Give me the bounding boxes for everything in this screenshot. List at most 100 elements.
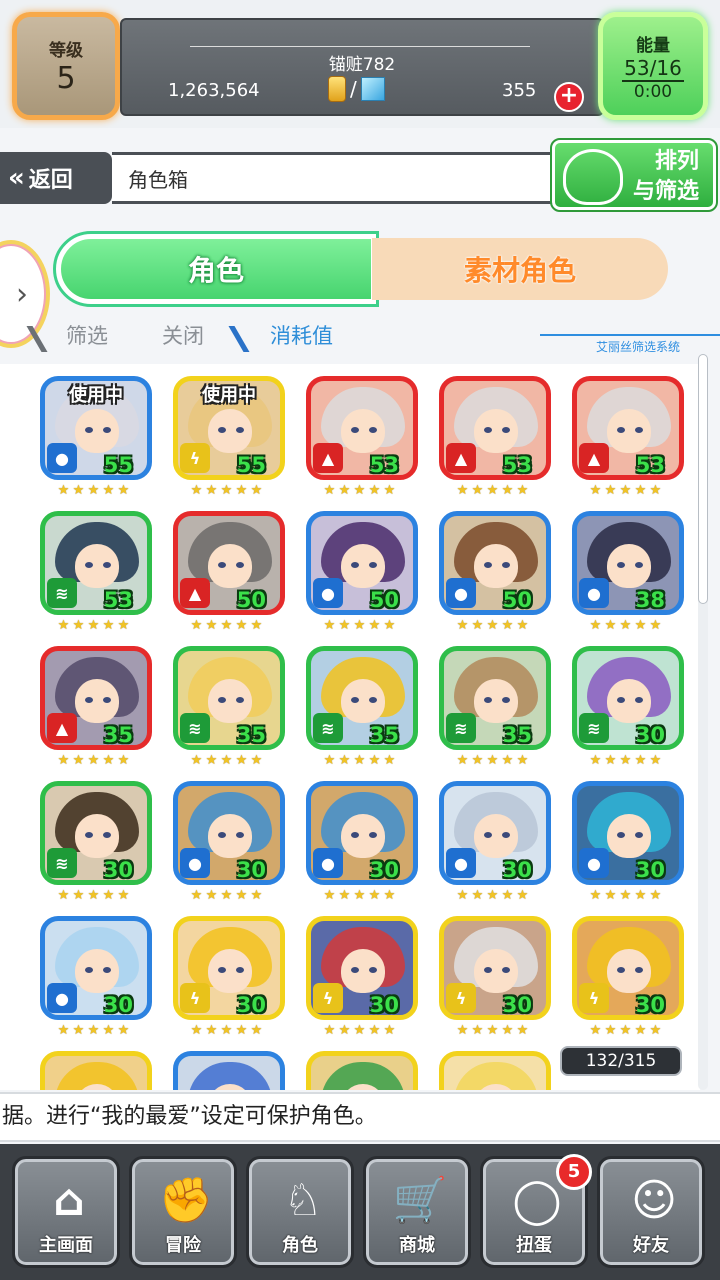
character-card[interactable]: ● 30 [572,781,684,885]
character-card[interactable]: ● 55 使用中 [40,376,152,480]
nav-friends[interactable]: ☺ 好友 [597,1156,705,1268]
character-card[interactable]: ● 38 [572,511,684,615]
sort-by-label[interactable]: 消耗值 [270,320,333,350]
scrollbar[interactable] [698,354,708,1090]
character-card[interactable]: ≋ 53 [40,511,152,615]
character-card[interactable]: ● 30 [439,781,551,885]
fire-element-icon: ▲ [579,443,609,473]
star-icon: ★ [353,753,366,768]
bottom-nav: ⌂ 主画面 ✊ 冒险 ♘ 角色 🛒 商城 ◯ 扭蛋 ☺ 好友 [0,1144,720,1280]
character-card[interactable]: ▲ 35 [40,646,152,750]
character-card[interactable]: ● 50 [306,511,418,615]
tab-material-characters[interactable]: 素材角色 [372,238,668,300]
nav-cart[interactable]: 🛒 商城 [363,1156,471,1268]
nav-home[interactable]: ⌂ 主画面 [12,1156,120,1268]
star-icon: ★ [383,1023,396,1038]
star-icon: ★ [87,888,100,903]
character-card[interactable]: ϟ [306,1051,418,1090]
character-eye [218,562,226,568]
system-line [540,334,720,336]
star-icon: ★ [368,618,381,633]
star-icon: ★ [383,483,396,498]
star-icon: ★ [368,1023,381,1038]
character-face [341,544,385,588]
rarity-stars: ★ ★ ★ ★ ★ [189,619,264,633]
character-eye [236,967,244,973]
character-card[interactable]: ϟ [40,1051,152,1090]
character-card[interactable]: ▲ 53 [572,376,684,480]
energy-timer: 0:00 [633,81,673,102]
wind-element-icon: ≋ [47,848,77,878]
character-face [474,409,518,453]
character-eye [369,427,377,433]
filter-system-label: 艾丽丝筛选系统 [595,340,680,354]
energy-box[interactable]: 能量 53/16 0:00 [598,12,708,120]
character-level: 35 [103,723,133,747]
character-eye [85,832,93,838]
character-level: 30 [236,993,266,1017]
character-card[interactable]: ≋ 35 [439,646,551,750]
star-icon: ★ [501,888,514,903]
character-card[interactable]: ≋ 30 [40,781,152,885]
nav-handshake[interactable]: ✊ 冒险 [129,1156,237,1268]
star-icon: ★ [589,483,602,498]
character-level: 38 [635,588,665,612]
character-eye [617,562,625,568]
character-card[interactable]: ϟ 30 [439,916,551,1020]
character-eye [502,832,510,838]
character-card[interactable]: ● 30 [173,781,285,885]
star-icon: ★ [87,753,100,768]
thunder-element-icon: ϟ [313,983,343,1013]
character-eye [502,967,510,973]
character-face [607,949,651,993]
star-icon: ★ [220,618,233,633]
character-card[interactable]: ≋ 35 [306,646,418,750]
star-icon: ★ [634,1023,647,1038]
rabbit-icon [563,149,623,205]
character-eye [218,427,226,433]
character-level: 30 [236,858,266,882]
character-grid: ● 55 使用中 ★ ★ ★ ★ ★ ϟ 55 使用中 ★ ★ ★ ★ ★ ▲ 53 ★ ★ ★ ★ ★ ▲ 53 ★ ★ ★ ★ ★ ▲ 5… [0,364,700,1090]
back-button[interactable]: « 返回 [0,152,112,204]
character-card[interactable]: ▲ 53 [439,376,551,480]
star-icon: ★ [190,1023,203,1038]
character-card[interactable]: ϟ 30 [572,916,684,1020]
scroll-thumb[interactable] [698,354,708,604]
character-card[interactable]: ● 30 [306,781,418,885]
character-face [607,544,651,588]
character-card[interactable]: ● [173,1051,285,1090]
character-card[interactable]: ● 50 [439,511,551,615]
character-level: 30 [502,858,532,882]
character-level: 55 [103,453,133,477]
character-card[interactable]: ϟ 30 [173,916,285,1020]
star-icon: ★ [486,888,499,903]
nav-rabbit[interactable]: ♘ 角色 [246,1156,354,1268]
star-icon: ★ [220,483,233,498]
player-name: 锚赃782 [328,55,396,75]
character-eye [369,697,377,703]
tab-characters[interactable]: 角色 [53,231,379,307]
star-icon: ★ [205,888,218,903]
character-card[interactable]: ● 30 [40,916,152,1020]
character-count: 132/315 [560,1046,682,1076]
character-card[interactable]: ϟ 55 使用中 [173,376,285,480]
sort-filter-button[interactable]: 排列 与筛选 [550,138,718,212]
level-box[interactable]: 等级 5 [12,12,120,120]
character-level: 50 [502,588,532,612]
star-icon: ★ [250,753,263,768]
rabbit-icon: ♘ [283,1175,323,1226]
character-card[interactable]: ϟ 30 [306,916,418,1020]
rarity-stars: ★ ★ ★ ★ ★ [322,754,397,768]
character-card[interactable]: ▲ 53 [306,376,418,480]
wind-element-icon: ≋ [180,713,210,743]
star-icon: ★ [516,888,529,903]
character-card[interactable]: ▲ 50 [173,511,285,615]
filter-state[interactable]: 关闭 [162,320,204,350]
filter-label[interactable]: 筛选 [66,320,108,350]
character-level: 53 [369,453,399,477]
character-eye [218,832,226,838]
character-card[interactable]: ≋ 35 [173,646,285,750]
character-card[interactable]: ≋ 30 [572,646,684,750]
add-gems-button[interactable]: + [554,82,584,112]
character-card[interactable]: ϟ [439,1051,551,1090]
